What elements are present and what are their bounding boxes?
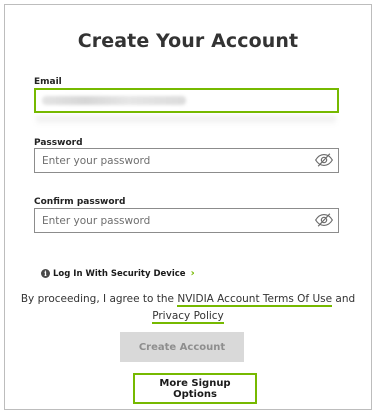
more-signup-options-button[interactable]: More Signup Options [133,373,257,404]
email-field[interactable] [36,90,337,111]
email-field-wrapper [34,88,339,113]
info-icon: i [41,269,50,278]
agreement-conjunction: and [332,293,356,305]
password-label: Password [34,138,83,148]
password-field-wrapper [34,148,339,173]
confirm-password-field-wrapper [34,208,339,233]
security-device-label: Log In With Security Device [53,268,186,279]
security-device-link[interactable]: i Log In With Security Device › [41,268,195,279]
privacy-policy-link[interactable]: Privacy Policy [152,310,224,324]
email-autofill-shadow [36,116,336,126]
chevron-right-icon: › [190,268,195,279]
password-field[interactable] [35,149,338,172]
eye-off-icon[interactable] [314,152,334,168]
confirm-password-label: Confirm password [34,197,126,207]
terms-of-use-link[interactable]: NVIDIA Account Terms Of Use [177,293,333,307]
signup-card: Create Your Account Email Password Confi… [4,4,372,410]
confirm-password-field[interactable] [35,209,338,232]
agreement-prefix: By proceeding, I agree to the [20,293,178,305]
terms-agreement: By proceeding, I agree to the NVIDIA Acc… [5,291,371,325]
create-account-button[interactable]: Create Account [120,332,244,362]
eye-off-icon[interactable] [314,212,334,228]
page-title: Create Your Account [77,30,299,52]
email-label: Email [34,77,62,87]
